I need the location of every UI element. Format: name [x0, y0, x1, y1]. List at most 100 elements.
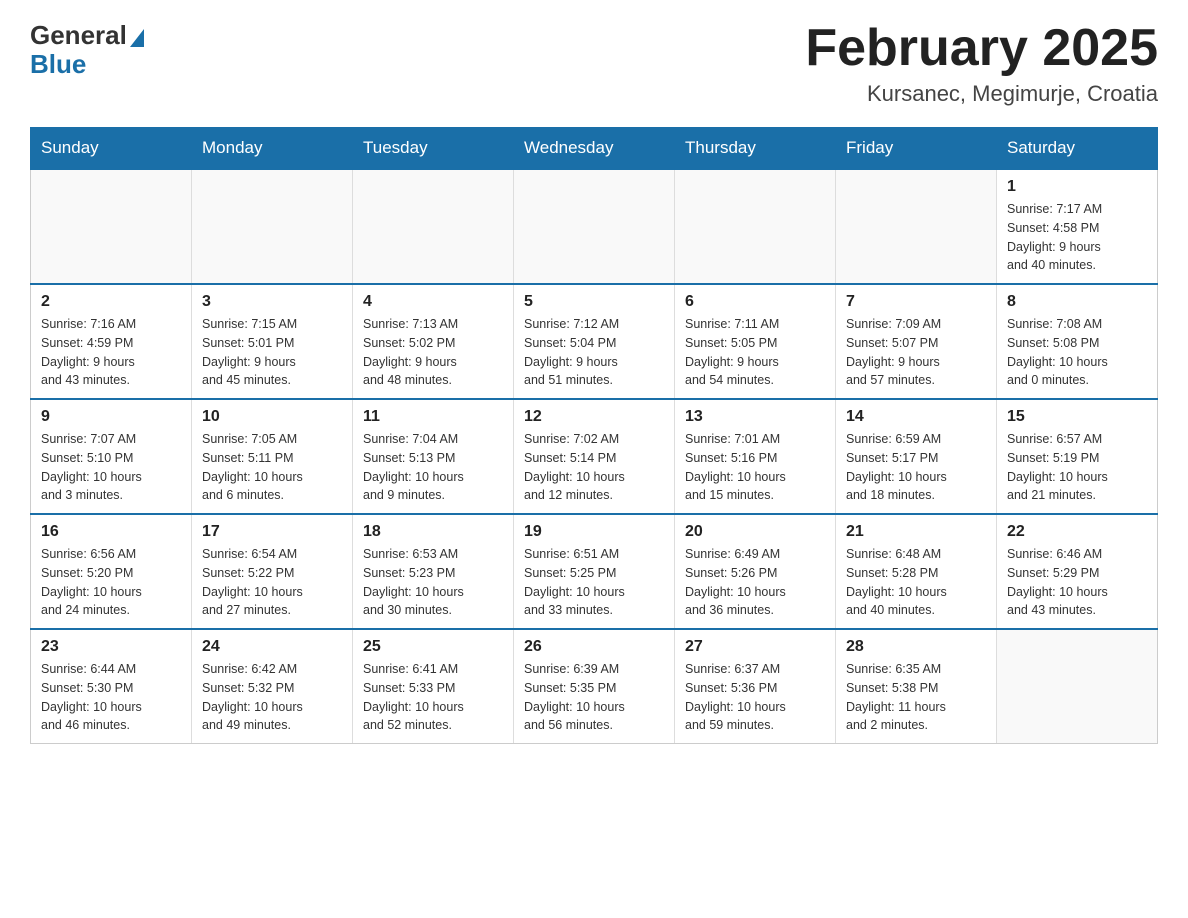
day-number: 5: [524, 293, 664, 311]
weekday-header-wednesday: Wednesday: [514, 128, 675, 170]
day-info: Sunrise: 6:57 AM Sunset: 5:19 PM Dayligh…: [1007, 430, 1147, 505]
day-info: Sunrise: 7:08 AM Sunset: 5:08 PM Dayligh…: [1007, 315, 1147, 390]
day-info: Sunrise: 6:48 AM Sunset: 5:28 PM Dayligh…: [846, 545, 986, 620]
day-number: 8: [1007, 293, 1147, 311]
month-year-title: February 2025: [805, 20, 1158, 77]
title-block: February 2025 Kursanec, Megimurje, Croat…: [805, 20, 1158, 107]
day-number: 9: [41, 408, 181, 426]
day-info: Sunrise: 7:15 AM Sunset: 5:01 PM Dayligh…: [202, 315, 342, 390]
calendar-cell: 6 Sunrise: 7:11 AM Sunset: 5:05 PM Daylig…: [675, 284, 836, 399]
calendar-cell: 23Sunrise: 6:44 AM Sunset: 5:30 PM Dayli…: [31, 629, 192, 744]
day-number: 14: [846, 408, 986, 426]
day-number: 21: [846, 523, 986, 541]
page-header: General Blue February 2025 Kursanec, Meg…: [30, 20, 1158, 107]
calendar-week-row: 9Sunrise: 7:07 AM Sunset: 5:10 PM Daylig…: [31, 399, 1158, 514]
weekday-header-saturday: Saturday: [997, 128, 1158, 170]
day-info: Sunrise: 7:16 AM Sunset: 4:59 PM Dayligh…: [41, 315, 181, 390]
day-number: 4: [363, 293, 503, 311]
calendar-cell: 11 Sunrise: 7:04 AM Sunset: 5:13 PM Dayli…: [353, 399, 514, 514]
calendar-cell: [514, 169, 675, 284]
calendar-cell: [353, 169, 514, 284]
day-info: Sunrise: 6:46 AM Sunset: 5:29 PM Dayligh…: [1007, 545, 1147, 620]
calendar-cell: 1 Sunrise: 7:17 AM Sunset: 4:58 PM Daylig…: [997, 169, 1158, 284]
weekday-header-row: SundayMondayTuesdayWednesdayThursdayFrid…: [31, 128, 1158, 170]
calendar-cell: 22Sunrise: 6:46 AM Sunset: 5:29 PM Dayli…: [997, 514, 1158, 629]
weekday-header-thursday: Thursday: [675, 128, 836, 170]
weekday-header-tuesday: Tuesday: [353, 128, 514, 170]
logo-blue-text: Blue: [30, 49, 86, 80]
calendar-cell: [675, 169, 836, 284]
calendar-cell: 17Sunrise: 6:54 AM Sunset: 5:22 PM Dayli…: [192, 514, 353, 629]
calendar-cell: 16 Sunrise: 6:56 AM Sunset: 5:20 PM Dayli…: [31, 514, 192, 629]
calendar-cell: 7Sunrise: 7:09 AM Sunset: 5:07 PM Daylig…: [836, 284, 997, 399]
day-number: 1: [1007, 178, 1147, 196]
day-info: Sunrise: 6:39 AM Sunset: 5:35 PM Dayligh…: [524, 660, 664, 735]
calendar-cell: 19 Sunrise: 6:51 AM Sunset: 5:25 PM Dayli…: [514, 514, 675, 629]
calendar-cell: 26 Sunrise: 6:39 AM Sunset: 5:35 PM Dayli…: [514, 629, 675, 744]
day-number: 24: [202, 638, 342, 656]
day-number: 25: [363, 638, 503, 656]
day-number: 2: [41, 293, 181, 311]
weekday-header-friday: Friday: [836, 128, 997, 170]
day-info: Sunrise: 6:51 AM Sunset: 5:25 PM Dayligh…: [524, 545, 664, 620]
day-info: Sunrise: 7:02 AM Sunset: 5:14 PM Dayligh…: [524, 430, 664, 505]
day-number: 7: [846, 293, 986, 311]
day-info: Sunrise: 6:56 AM Sunset: 5:20 PM Dayligh…: [41, 545, 181, 620]
day-info: Sunrise: 7:11 AM Sunset: 5:05 PM Dayligh…: [685, 315, 825, 390]
calendar-cell: [192, 169, 353, 284]
calendar-cell: 15 Sunrise: 6:57 AM Sunset: 5:19 PM Dayli…: [997, 399, 1158, 514]
weekday-header-monday: Monday: [192, 128, 353, 170]
logo-triangle-icon: [130, 29, 144, 47]
calendar-cell: [836, 169, 997, 284]
calendar-cell: 3 Sunrise: 7:15 AM Sunset: 5:01 PM Daylig…: [192, 284, 353, 399]
day-number: 18: [363, 523, 503, 541]
calendar-cell: 12Sunrise: 7:02 AM Sunset: 5:14 PM Dayli…: [514, 399, 675, 514]
logo-general-text: General: [30, 20, 127, 51]
day-number: 19: [524, 523, 664, 541]
day-info: Sunrise: 7:04 AM Sunset: 5:13 PM Dayligh…: [363, 430, 503, 505]
logo: General Blue: [30, 20, 144, 80]
calendar-cell: 5 Sunrise: 7:12 AM Sunset: 5:04 PM Daylig…: [514, 284, 675, 399]
calendar-cell: 25Sunrise: 6:41 AM Sunset: 5:33 PM Dayli…: [353, 629, 514, 744]
calendar-week-row: 1 Sunrise: 7:17 AM Sunset: 4:58 PM Daylig…: [31, 169, 1158, 284]
calendar-cell: 2 Sunrise: 7:16 AM Sunset: 4:59 PM Daylig…: [31, 284, 192, 399]
calendar-cell: 20Sunrise: 6:49 AM Sunset: 5:26 PM Dayli…: [675, 514, 836, 629]
day-info: Sunrise: 7:12 AM Sunset: 5:04 PM Dayligh…: [524, 315, 664, 390]
day-info: Sunrise: 6:59 AM Sunset: 5:17 PM Dayligh…: [846, 430, 986, 505]
calendar-cell: 4 Sunrise: 7:13 AM Sunset: 5:02 PM Daylig…: [353, 284, 514, 399]
day-number: 3: [202, 293, 342, 311]
day-number: 26: [524, 638, 664, 656]
day-info: Sunrise: 7:01 AM Sunset: 5:16 PM Dayligh…: [685, 430, 825, 505]
calendar-cell: 18Sunrise: 6:53 AM Sunset: 5:23 PM Dayli…: [353, 514, 514, 629]
calendar-table: SundayMondayTuesdayWednesdayThursdayFrid…: [30, 127, 1158, 744]
calendar-cell: 21 Sunrise: 6:48 AM Sunset: 5:28 PM Dayli…: [836, 514, 997, 629]
day-number: 16: [41, 523, 181, 541]
day-info: Sunrise: 6:49 AM Sunset: 5:26 PM Dayligh…: [685, 545, 825, 620]
day-info: Sunrise: 7:05 AM Sunset: 5:11 PM Dayligh…: [202, 430, 342, 505]
calendar-cell: 14 Sunrise: 6:59 AM Sunset: 5:17 PM Dayli…: [836, 399, 997, 514]
day-number: 15: [1007, 408, 1147, 426]
calendar-cell: [31, 169, 192, 284]
day-info: Sunrise: 6:44 AM Sunset: 5:30 PM Dayligh…: [41, 660, 181, 735]
day-info: Sunrise: 6:37 AM Sunset: 5:36 PM Dayligh…: [685, 660, 825, 735]
day-info: Sunrise: 7:13 AM Sunset: 5:02 PM Dayligh…: [363, 315, 503, 390]
day-number: 13: [685, 408, 825, 426]
day-number: 6: [685, 293, 825, 311]
calendar-cell: 9Sunrise: 7:07 AM Sunset: 5:10 PM Daylig…: [31, 399, 192, 514]
day-info: Sunrise: 7:17 AM Sunset: 4:58 PM Dayligh…: [1007, 200, 1147, 275]
day-number: 27: [685, 638, 825, 656]
calendar-cell: 13 Sunrise: 7:01 AM Sunset: 5:16 PM Dayli…: [675, 399, 836, 514]
day-info: Sunrise: 6:35 AM Sunset: 5:38 PM Dayligh…: [846, 660, 986, 735]
weekday-header-sunday: Sunday: [31, 128, 192, 170]
day-info: Sunrise: 6:42 AM Sunset: 5:32 PM Dayligh…: [202, 660, 342, 735]
day-number: 28: [846, 638, 986, 656]
day-number: 10: [202, 408, 342, 426]
calendar-week-row: 23Sunrise: 6:44 AM Sunset: 5:30 PM Dayli…: [31, 629, 1158, 744]
calendar-week-row: 2 Sunrise: 7:16 AM Sunset: 4:59 PM Daylig…: [31, 284, 1158, 399]
day-number: 11: [363, 408, 503, 426]
calendar-cell: 8 Sunrise: 7:08 AM Sunset: 5:08 PM Daylig…: [997, 284, 1158, 399]
day-info: Sunrise: 6:54 AM Sunset: 5:22 PM Dayligh…: [202, 545, 342, 620]
calendar-cell: 28 Sunrise: 6:35 AM Sunset: 5:38 PM Dayli…: [836, 629, 997, 744]
calendar-cell: [997, 629, 1158, 744]
calendar-cell: 24 Sunrise: 6:42 AM Sunset: 5:32 PM Dayli…: [192, 629, 353, 744]
